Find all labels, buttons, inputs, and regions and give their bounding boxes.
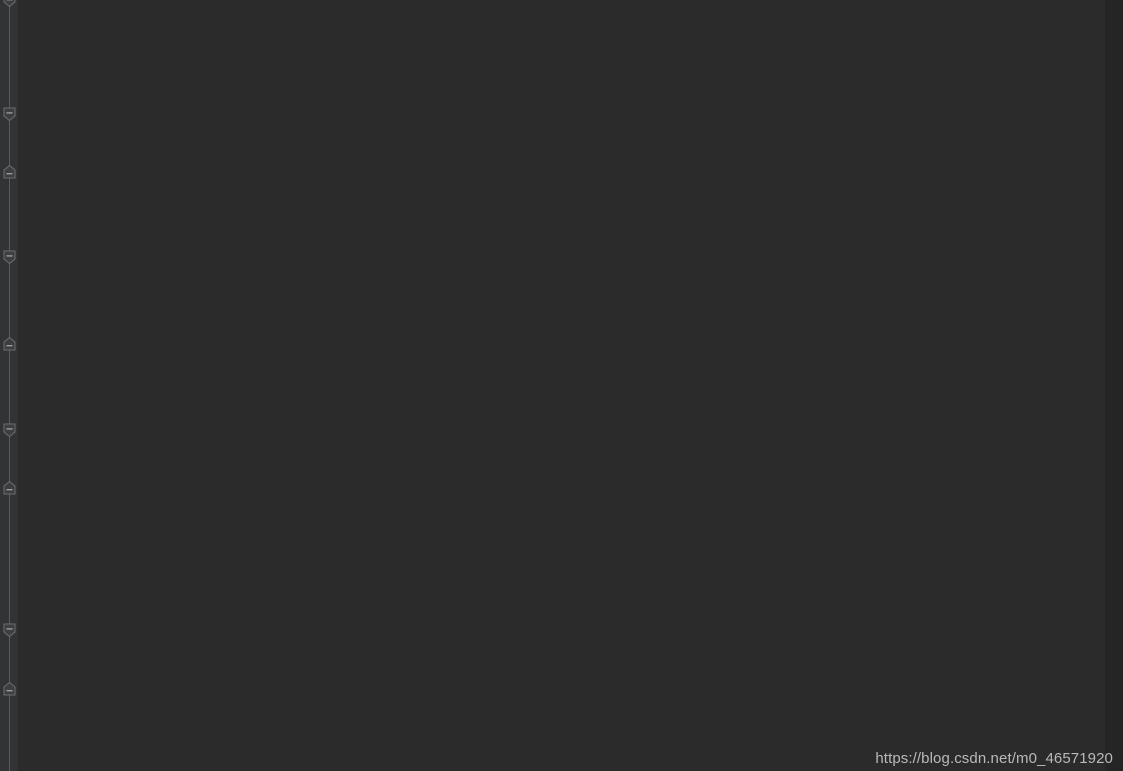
fold-marker-javadoc-2-start[interactable] [2, 250, 17, 265]
editor-right-margin [1105, 0, 1123, 771]
fold-marker-javadoc-3-end[interactable] [2, 480, 17, 495]
fold-marker-collapse-top-partial[interactable] [2, 0, 17, 8]
watermark-url: https://blog.csdn.net/m0_46571920 [875, 750, 1113, 767]
fold-marker-javadoc-3-start[interactable] [2, 423, 17, 438]
editor-gutter[interactable] [0, 0, 18, 771]
fold-marker-javadoc-1-end[interactable] [2, 164, 17, 179]
code-editor-window: */ @ConfigurationProperties(prefix = "sp… [0, 0, 1123, 771]
editor-canvas[interactable] [18, 0, 1105, 771]
fold-marker-javadoc-2-end[interactable] [2, 336, 17, 351]
fold-marker-javadoc-4-end[interactable] [2, 681, 17, 696]
fold-marker-javadoc-1-start[interactable] [2, 107, 17, 122]
fold-marker-javadoc-4-start[interactable] [2, 623, 17, 638]
